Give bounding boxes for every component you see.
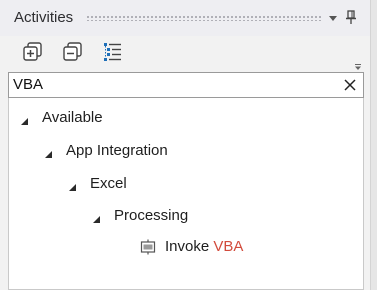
- panel-titlebar: Activities: [0, 0, 370, 36]
- activity-icon: [140, 239, 156, 255]
- expand-all-icon[interactable]: [21, 40, 45, 64]
- list-options-icon[interactable]: [101, 40, 125, 64]
- pin-icon[interactable]: [344, 9, 358, 25]
- toolbar-overflow-icon[interactable]: [353, 58, 363, 70]
- toolbar: [0, 36, 370, 68]
- chevron-down-icon[interactable]: [326, 11, 340, 25]
- expanded-triangle-icon[interactable]: [68, 179, 77, 191]
- expanded-triangle-icon[interactable]: [92, 211, 101, 223]
- window-edge: [370, 0, 377, 290]
- panel-title: Activities: [14, 9, 74, 26]
- drag-grip[interactable]: [86, 15, 322, 21]
- activity-label: Invoke: [165, 238, 214, 255]
- close-icon[interactable]: [343, 78, 357, 92]
- tree-node-app-integration[interactable]: App Integration: [66, 139, 168, 163]
- search-value[interactable]: VBA: [13, 76, 43, 93]
- search-match-highlight: VBA: [213, 238, 244, 255]
- activities-tree: Available App Integration Excel Processi…: [8, 98, 364, 290]
- expanded-triangle-icon[interactable]: [44, 146, 53, 158]
- activities-panel: Activities VBA Available App Integration…: [0, 0, 370, 290]
- collapse-all-icon[interactable]: [61, 40, 85, 64]
- tree-node-processing[interactable]: Processing: [114, 204, 188, 228]
- search-input[interactable]: VBA: [8, 72, 364, 98]
- tree-node-invoke-vba[interactable]: Invoke VBA: [165, 235, 243, 259]
- expanded-triangle-icon[interactable]: [20, 113, 29, 125]
- tree-node-excel[interactable]: Excel: [90, 172, 127, 196]
- tree-node-available[interactable]: Available: [42, 106, 103, 130]
